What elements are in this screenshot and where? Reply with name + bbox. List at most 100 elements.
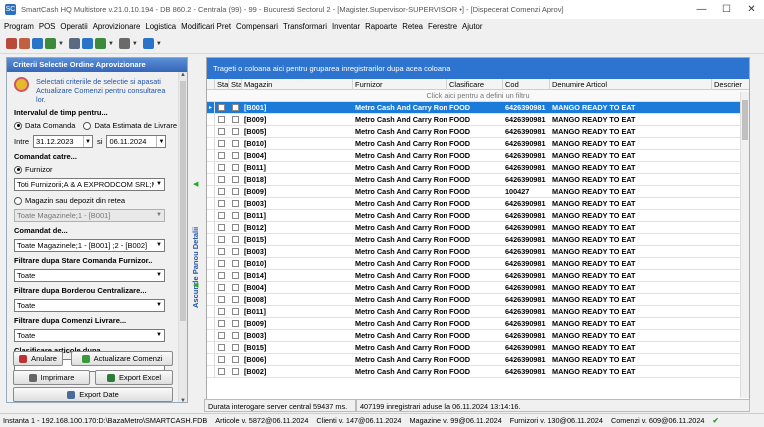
row-checkbox[interactable] (232, 296, 239, 303)
borderou-select[interactable]: Toate ▼ (14, 299, 165, 312)
stare-select[interactable]: Toate ▼ (14, 269, 165, 282)
row-checkbox[interactable] (218, 104, 225, 111)
column-header-clasificare[interactable]: Clasificare (447, 79, 503, 90)
comandat-de-select[interactable]: Toate Magazinele;1 - [B001] ;2 - [B002] ▼ (14, 239, 165, 252)
row-checkbox[interactable] (218, 140, 225, 147)
document-icon[interactable] (81, 38, 93, 49)
table-row[interactable]: [B011] Metro Cash And Carry Roma FOOD 64263… (207, 210, 749, 222)
table-row[interactable]: [B015] Metro Cash And Carry Roma FOOD 64263… (207, 234, 749, 246)
menu-operatii[interactable]: Operatii (60, 22, 87, 31)
row-checkbox[interactable] (218, 272, 225, 279)
menu-compensari[interactable]: Compensari (236, 22, 278, 31)
furnizor-select[interactable]: Toti Furnizorii;A & A EXPRODCOM SRL;Mc ▼ (14, 178, 165, 191)
truck-icon[interactable] (32, 38, 43, 49)
table-row[interactable]: [B002] Metro Cash And Carry Roma FOOD 64263… (207, 366, 749, 378)
table-row[interactable]: [B014] Metro Cash And Carry Roma FOOD 64263… (207, 270, 749, 282)
row-checkbox[interactable] (218, 176, 225, 183)
row-checkbox[interactable] (218, 368, 225, 375)
grid-vertical-scrollbar[interactable] (740, 92, 749, 398)
download-icon[interactable] (45, 38, 56, 49)
table-row[interactable]: [B011] Metro Cash And Carry Roma FOOD 64263… (207, 162, 749, 174)
menu-rapoarte[interactable]: Rapoarte (365, 22, 397, 31)
table-row[interactable]: [B003] Metro Cash And Carry Roma FOOD 64263… (207, 198, 749, 210)
row-checkbox[interactable] (232, 320, 239, 327)
criteria-scrollbar[interactable]: ▲ ▼ (178, 72, 187, 402)
row-checkbox[interactable] (218, 356, 225, 363)
column-header-descriere[interactable]: Descriere A (712, 79, 742, 90)
row-checkbox[interactable] (218, 116, 225, 123)
row-checkbox[interactable] (218, 188, 225, 195)
row-checkbox[interactable] (232, 212, 239, 219)
menu-aprovizionare[interactable]: Aprovizionare (93, 22, 141, 31)
row-checkbox[interactable] (218, 212, 225, 219)
row-checkbox[interactable] (232, 344, 239, 351)
row-checkbox[interactable] (232, 236, 239, 243)
table-row[interactable]: [B003] Metro Cash And Carry Roma FOOD 64263… (207, 246, 749, 258)
pos-icon[interactable] (6, 38, 17, 49)
column-header-denumire[interactable]: Denumire Articol (550, 79, 712, 90)
menu-inventar[interactable]: Inventar (332, 22, 360, 31)
row-checkbox[interactable] (218, 296, 225, 303)
network-icon[interactable] (118, 38, 130, 49)
table-row[interactable]: [B009] Metro Cash And Carry Roma FOOD 10042… (207, 186, 749, 198)
radio-furnizor[interactable] (14, 165, 22, 174)
row-checkbox[interactable] (232, 260, 239, 267)
row-checkbox[interactable] (232, 116, 239, 123)
table-row[interactable]: [B012] Metro Cash And Carry Roma FOOD 64263… (207, 222, 749, 234)
row-checkbox[interactable] (218, 260, 225, 267)
menu-logistica[interactable]: Logistica (145, 22, 176, 31)
row-checkbox[interactable] (232, 104, 239, 111)
row-checkbox[interactable] (232, 308, 239, 315)
table-row[interactable]: [B018] Metro Cash And Carry Roma FOOD 64263… (207, 174, 749, 186)
table-row[interactable]: [B005] Metro Cash And Carry Roma FOOD 64263… (207, 126, 749, 138)
maximize-button[interactable]: ☐ (714, 0, 739, 19)
row-checkbox[interactable] (232, 248, 239, 255)
menu-program[interactable]: Program (4, 22, 34, 31)
table-row[interactable]: [B004] Metro Cash And Carry Roma FOOD 64263… (207, 150, 749, 162)
transfer-icon[interactable] (142, 38, 154, 49)
radio-data-livrare[interactable] (83, 121, 92, 130)
table-row[interactable]: [B006] Metro Cash And Carry Roma FOOD 64263… (207, 354, 749, 366)
row-checkbox[interactable] (218, 152, 225, 159)
table-row[interactable]: [B008] Metro Cash And Carry Roma FOOD 64263… (207, 294, 749, 306)
row-checkbox[interactable] (232, 356, 239, 363)
row-checkbox[interactable] (218, 308, 225, 315)
comenzi-select[interactable]: Toate ▼ (14, 329, 165, 342)
hide-details-label[interactable]: Ascunde Panou Detalii (191, 197, 203, 337)
anulare-button[interactable]: Anulare (13, 351, 63, 366)
menu-transformari[interactable]: Transformari (283, 22, 327, 31)
table-row[interactable]: [B011] Metro Cash And Carry Roma FOOD 64263… (207, 306, 749, 318)
column-header-magazin[interactable]: Magazin (242, 79, 353, 90)
date-to-input[interactable]: 06.11.2024 ▼ (106, 134, 167, 148)
table-row[interactable]: [B010] Metro Cash And Carry Roma FOOD 64263… (207, 258, 749, 270)
cart-icon[interactable] (19, 38, 30, 49)
row-checkbox[interactable] (218, 224, 225, 231)
table-row[interactable]: [B004] Metro Cash And Carry Roma FOOD 64263… (207, 282, 749, 294)
row-checkbox[interactable] (232, 332, 239, 339)
table-row[interactable]: [B009] Metro Cash And Carry Roma FOOD 64263… (207, 318, 749, 330)
table-row[interactable]: [B010] Metro Cash And Carry Roma FOOD 64263… (207, 138, 749, 150)
menu-pos[interactable]: POS (39, 22, 55, 31)
panel-splitter[interactable]: ◀ Ascunde Panou Detalii ◀ (190, 57, 204, 403)
table-icon[interactable] (94, 38, 106, 49)
row-checkbox[interactable] (218, 284, 225, 291)
column-header-sta[interactable]: Sta (215, 79, 229, 90)
row-checkbox[interactable] (218, 200, 225, 207)
export-excel-button[interactable]: Export Excel (95, 370, 173, 385)
row-checkbox[interactable] (232, 164, 239, 171)
row-checkbox[interactable] (218, 248, 225, 255)
row-checkbox[interactable] (218, 236, 225, 243)
actualizare-comenzi-button[interactable]: Actualizare Comenzi (71, 351, 173, 366)
table-row[interactable]: [B003] Metro Cash And Carry Roma FOOD 64263… (207, 330, 749, 342)
row-checkbox[interactable] (218, 344, 225, 351)
row-checkbox[interactable] (232, 284, 239, 291)
row-checkbox[interactable] (232, 128, 239, 135)
date-from-input[interactable]: 31.12.2023 ▼ (33, 134, 94, 148)
box-icon[interactable] (68, 38, 80, 49)
column-header-cod[interactable]: Cod (503, 79, 550, 90)
row-checkbox[interactable] (218, 332, 225, 339)
radio-data-comanda[interactable] (14, 121, 22, 130)
table-row[interactable]: ▸ [B001] Metro Cash And Carry Roma FOOD 6426… (207, 102, 749, 114)
column-header-sta-2[interactable]: Sta (229, 79, 242, 90)
filter-row[interactable]: Click aici pentru a defini un filtru (207, 90, 749, 102)
